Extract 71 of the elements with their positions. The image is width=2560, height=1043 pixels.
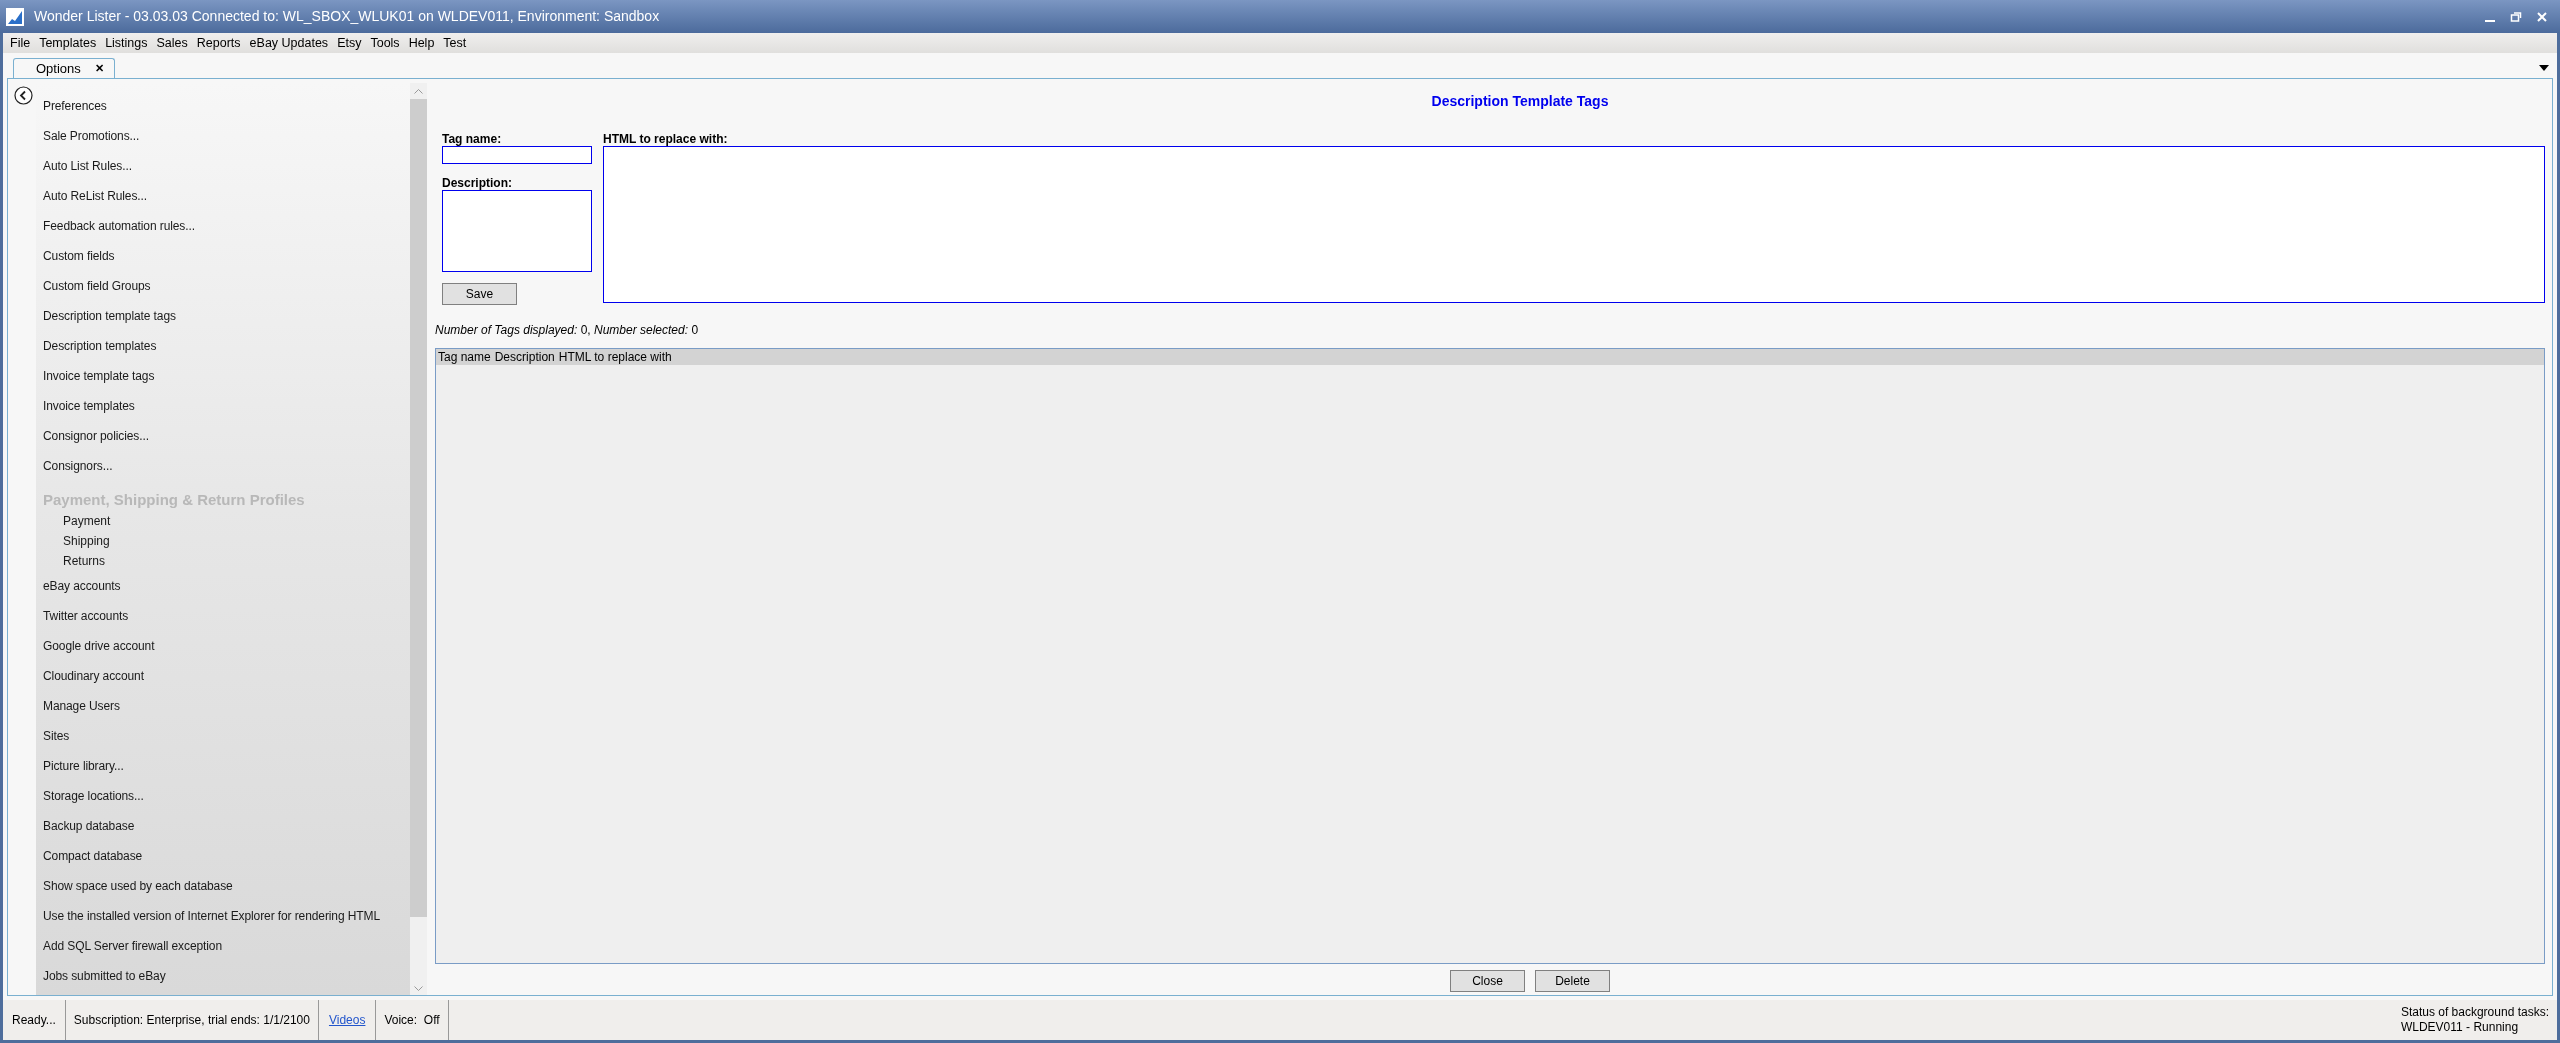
sidebar-item[interactable]: Invoice templates [36, 391, 410, 421]
sidebar-item[interactable]: Consignors... [36, 451, 410, 481]
app-logo-icon [6, 7, 24, 26]
sidebar-item[interactable]: Backup database [36, 811, 410, 841]
html-field[interactable] [603, 146, 2545, 303]
tab-close-button[interactable]: ✕ [94, 60, 104, 77]
sidebar-item[interactable]: Custom fields [36, 241, 410, 271]
description-field[interactable] [442, 190, 592, 272]
column-header[interactable]: Tag name [438, 350, 491, 364]
menu-item[interactable]: Listings [102, 33, 151, 53]
sidebar-item[interactable]: Picture library... [36, 751, 410, 781]
back-icon[interactable] [14, 86, 33, 105]
html-label: HTML to replace with: [603, 132, 729, 146]
sidebar-item[interactable]: Custom field Groups [36, 271, 410, 301]
menu-item[interactable]: Sales [153, 33, 191, 53]
description-label: Description: [442, 176, 513, 190]
scroll-down-icon[interactable] [414, 986, 423, 991]
sidebar-item[interactable]: Auto List Rules... [36, 151, 410, 181]
sidebar-item[interactable]: Twitter accounts [36, 601, 410, 631]
subscription-text: Subscription: Enterprise, trial ends: 1/1/2100 [73, 1012, 310, 1029]
close-icon[interactable] [2536, 10, 2548, 23]
tab-label: Options [36, 59, 81, 78]
sidebar-item[interactable]: Add SQL Server firewall exception [36, 931, 410, 961]
dialog-button[interactable]: Delete [1535, 970, 1610, 992]
tag-name-field[interactable] [442, 146, 592, 164]
sidebar-item[interactable]: Storage locations... [36, 781, 410, 811]
menu-item[interactable]: Tools [367, 33, 403, 53]
sidebar-item[interactable]: Invoice template tags [36, 361, 410, 391]
sidebar-item[interactable]: Consignor policies... [36, 421, 410, 451]
sidebar-item[interactable]: Show space used by each database [36, 871, 410, 901]
status-text: Ready... [12, 1012, 56, 1029]
sidebar-item[interactable]: Sites [36, 721, 410, 751]
sidebar-item[interactable]: Auto ReList Rules... [36, 181, 410, 211]
dialog-button[interactable]: Close [1450, 970, 1525, 992]
sidebar-item[interactable]: Google drive account [36, 631, 410, 661]
window-title: Wonder Lister - 03.03.03 Connected to: WL_SBOX_WLUK01 on WLDEV011, Environment: Sandbox [34, 7, 660, 26]
sidebar-item[interactable]: Preferences [36, 91, 410, 121]
column-header[interactable]: Description [494, 350, 555, 364]
sidebar-item[interactable]: Use the installed version of Internet Explorer for rendering HTML [36, 901, 410, 931]
tag-name-label: Tag name: [442, 132, 503, 146]
menu-item[interactable]: Templates [36, 33, 100, 53]
menu-item[interactable]: eBay Updates [246, 33, 332, 53]
save-button[interactable]: Save [442, 283, 517, 305]
sidebar-item[interactable]: Compact database [36, 841, 410, 871]
tag-count-text: Number of Tags displayed: 0, Number selected: 0 [435, 322, 700, 339]
sidebar-item[interactable]: Description templates [36, 331, 410, 361]
sidebar-item[interactable]: Cloudinary account [36, 661, 410, 691]
sidebar-item[interactable]: Manage Users [36, 691, 410, 721]
dropdown-caret-icon[interactable] [2539, 65, 2549, 71]
videos-link[interactable]: Videos [328, 1011, 366, 1029]
scroll-up-icon[interactable] [414, 88, 423, 94]
sidebar-subitem[interactable]: Returns [36, 551, 410, 571]
panel-title: Description Template Tags [1431, 92, 1609, 111]
background-tasks-status: WLDEV011 - Running [2400, 1020, 2520, 1035]
menu-item[interactable]: File [7, 33, 34, 53]
menu-item[interactable]: Etsy [334, 33, 365, 53]
voice-text: Voice: Off [384, 1012, 440, 1029]
sidebar-item[interactable]: eBay accounts [36, 571, 410, 601]
sidebar-subitem[interactable]: Shipping [36, 531, 410, 551]
menu-item[interactable]: Reports [193, 33, 244, 53]
menu-item[interactable]: Test [440, 33, 470, 53]
sidebar-item[interactable]: Jobs submitted to eBay [36, 961, 410, 991]
column-header[interactable]: HTML to replace with [558, 350, 672, 364]
sidebar-item[interactable]: Sale Promotions... [36, 121, 410, 151]
background-tasks-label: Status of background tasks: [2400, 1005, 2549, 1020]
restore-icon[interactable] [2510, 10, 2522, 23]
sidebar-item[interactable]: Description template tags [36, 301, 410, 331]
menu-item[interactable]: Help [405, 33, 438, 53]
sidebar-subitem[interactable]: Payment [36, 511, 410, 531]
tab[interactable]: Options ✕ [13, 58, 115, 78]
sidebar-item[interactable]: Feedback automation rules... [36, 211, 410, 241]
